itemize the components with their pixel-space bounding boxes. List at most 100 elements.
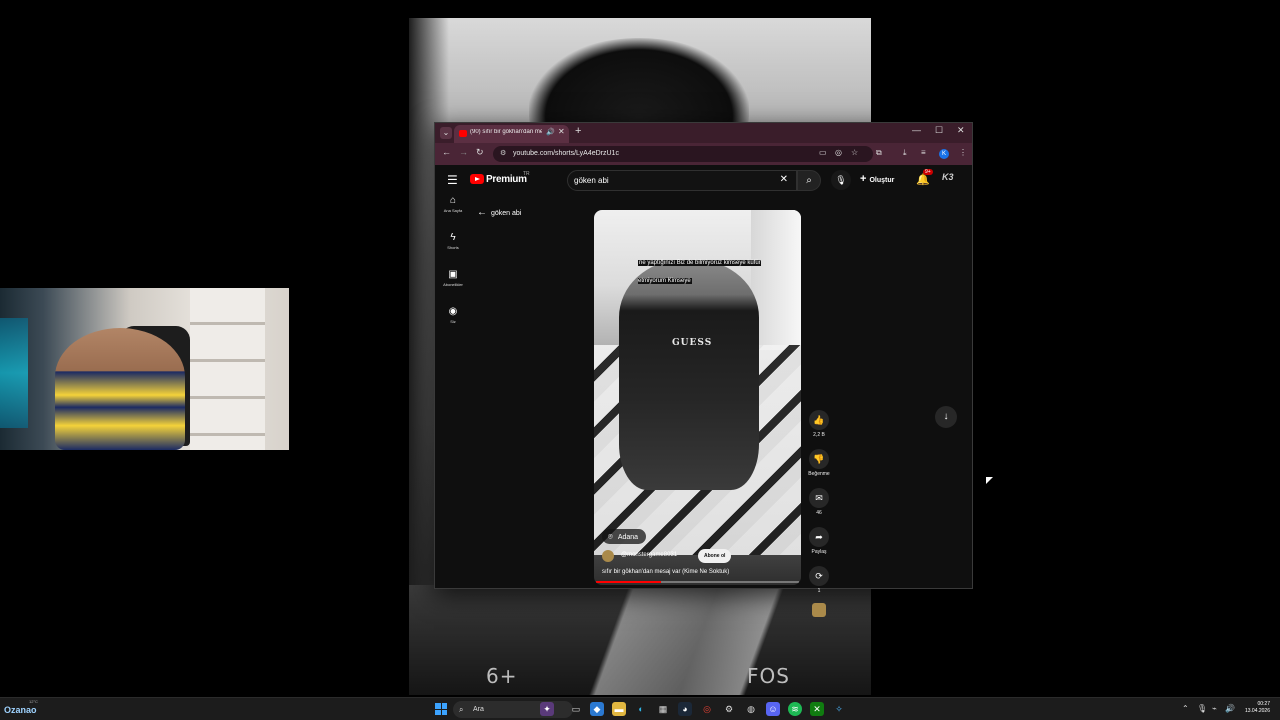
- weather-widget[interactable]: 12°C: [29, 699, 38, 704]
- search-input[interactable]: göken abi ✕: [567, 170, 797, 191]
- address-bar: ← → ↻ ⚙ youtube.com/shorts/LyA4eDrzU1c ▭…: [435, 143, 972, 165]
- channel-avatar[interactable]: [602, 550, 614, 562]
- xbox-icon[interactable]: ✕: [810, 702, 824, 716]
- back-icon[interactable]: ←: [442, 147, 451, 157]
- back-search-label: göken abi: [491, 210, 522, 217]
- like-action[interactable]: 👍 2,2 B: [807, 410, 831, 438]
- file-explorer-icon[interactable]: ▬: [612, 702, 626, 716]
- share-action[interactable]: ➦ Paylaş: [807, 527, 831, 555]
- dislike-icon[interactable]: 👎: [809, 449, 829, 469]
- create-label: Oluştur: [869, 177, 895, 184]
- forward-icon[interactable]: →: [459, 147, 468, 157]
- shorts-icon: ϟ: [450, 232, 456, 243]
- youtube-page: ☰ Premium TR göken abi ✕ ⌕ 🎙 + Oluştur 🔔 …: [435, 165, 972, 617]
- settings-gear-icon[interactable]: ⚙: [722, 702, 736, 716]
- shirt-text: GUESS: [672, 338, 713, 348]
- start-button[interactable]: [435, 703, 447, 715]
- guide-item-you[interactable]: ◉ Siz: [435, 306, 471, 324]
- remix-icon[interactable]: ⟳: [809, 566, 829, 586]
- tray-overflow-icon[interactable]: ⌃: [1182, 704, 1189, 713]
- microphone-icon[interactable]: 🎙: [1197, 704, 1207, 713]
- url-text: youtube.com/shorts/LyA4eDrzU1c: [513, 150, 619, 157]
- obs-icon[interactable]: ◍: [744, 702, 758, 716]
- arrow-down-icon: ↓: [943, 411, 949, 422]
- edge-icon[interactable]: ◐: [634, 702, 648, 716]
- channel-name[interactable]: @monstergame8031: [621, 552, 677, 558]
- minimize-button[interactable]: —: [912, 125, 921, 135]
- network-icon[interactable]: ⌁: [1212, 704, 1217, 713]
- taskbar-search-label: Ara: [473, 706, 484, 713]
- short-title[interactable]: sıfır bir gökhan'dan mesaj var (Kime Ne …: [602, 569, 729, 575]
- eye-off-icon[interactable]: ◎: [835, 148, 842, 157]
- new-tab-button[interactable]: +: [575, 125, 581, 137]
- subscribe-button[interactable]: Abone ol: [698, 549, 732, 563]
- url-field[interactable]: ⚙ youtube.com/shorts/LyA4eDrzU1c: [493, 146, 873, 162]
- taskbar-search[interactable]: ⌕ Ara: [453, 701, 573, 718]
- bookmark-star-icon[interactable]: ☆: [851, 148, 858, 157]
- wallpaper-text-left: 6+: [486, 664, 518, 688]
- progress-bar[interactable]: [596, 581, 799, 583]
- comment-action[interactable]: ✉ 46: [807, 488, 831, 516]
- tab-close-icon[interactable]: ✕: [558, 127, 565, 136]
- like-icon[interactable]: 👍: [809, 410, 829, 430]
- youtube-logo-icon[interactable]: [470, 174, 484, 184]
- guide-item-subscriptions[interactable]: ▣ Abonelikler: [435, 269, 471, 287]
- spotify-icon[interactable]: ≋: [788, 702, 802, 716]
- media-controls-icon[interactable]: ≡: [921, 148, 926, 157]
- volume-icon[interactable]: 🔊: [1225, 704, 1235, 713]
- extensions-icon[interactable]: ⧉: [876, 148, 882, 158]
- comment-count: 46: [816, 510, 822, 516]
- sound-thumbnail[interactable]: [807, 603, 831, 617]
- guide-label: Siz: [450, 319, 456, 324]
- guide-label: Ana Sayfa: [443, 208, 463, 213]
- menu-icon[interactable]: ☰: [447, 173, 458, 187]
- short-video-player[interactable]: GUESS ne yaptığınızı Biz de bilmiyoruz k…: [594, 210, 801, 585]
- site-info-icon[interactable]: ⚙: [500, 149, 506, 157]
- progress-fill: [596, 581, 661, 583]
- reload-icon[interactable]: ↻: [476, 147, 484, 158]
- guide-label: Abonelikler: [443, 282, 463, 287]
- profile-avatar[interactable]: K: [939, 149, 949, 159]
- browser-menu-icon[interactable]: ⋮: [959, 148, 967, 157]
- tab-bar: ⌄ (90) sıfır bir gökhan'dan mesaj 🔊 ✕ + …: [435, 123, 972, 143]
- cast-icon[interactable]: ▭: [819, 148, 827, 157]
- calculator-icon[interactable]: ▦: [656, 702, 670, 716]
- country-code: TR: [523, 171, 530, 177]
- store-icon[interactable]: ◆: [590, 702, 604, 716]
- discord-icon[interactable]: ☺: [766, 702, 780, 716]
- next-short-button[interactable]: ↓: [935, 406, 957, 428]
- location-chip[interactable]: ⌾ Adana: [602, 529, 647, 544]
- widget-icon[interactable]: ✦: [540, 702, 554, 716]
- taskbar-clock[interactable]: 00:27 13.04.2026: [1236, 701, 1270, 715]
- steam-icon[interactable]: ◕: [678, 702, 692, 716]
- remix-action[interactable]: ⟳ 1: [807, 566, 831, 594]
- youtube-header: ☰ Premium TR göken abi ✕ ⌕ 🎙 + Oluştur 🔔 …: [435, 165, 972, 195]
- close-window-button[interactable]: ✕: [957, 125, 965, 136]
- comment-icon[interactable]: ✉: [809, 488, 829, 508]
- youtube-premium-label[interactable]: Premium: [486, 174, 527, 185]
- account-avatar[interactable]: K3: [942, 172, 958, 186]
- tab-youtube[interactable]: (90) sıfır bir gökhan'dan mesaj 🔊 ✕: [454, 125, 569, 143]
- location-pin-icon: ⌾: [608, 532, 613, 541]
- guide-item-home[interactable]: ⌂ Ana Sayfa: [435, 195, 471, 213]
- chrome-icon[interactable]: ◎: [700, 702, 714, 716]
- dislike-action[interactable]: 👎 Beğenme: [807, 449, 831, 477]
- back-to-search-button[interactable]: ← göken abi: [477, 207, 521, 218]
- maximize-button[interactable]: ☐: [935, 125, 943, 136]
- tab-search-button[interactable]: ⌄: [440, 127, 452, 139]
- task-view-icon[interactable]: ▭: [569, 702, 583, 716]
- search-button[interactable]: ⌕: [797, 170, 821, 191]
- notifications-badge: 9+: [923, 169, 933, 175]
- remix-count: 1: [817, 588, 821, 594]
- guide-item-shorts[interactable]: ϟ Shorts: [435, 232, 471, 250]
- create-button[interactable]: + Oluştur: [860, 173, 894, 185]
- download-icon[interactable]: ⤓: [903, 148, 907, 158]
- clock-date: 13.04.2026: [1244, 708, 1270, 714]
- clear-search-icon[interactable]: ✕: [780, 174, 788, 185]
- voice-search-icon[interactable]: 🎙: [831, 170, 851, 190]
- speaker-icon[interactable]: 🔊: [546, 128, 555, 136]
- browser-window: ⌄ (90) sıfır bir gökhan'dan mesaj 🔊 ✕ + …: [434, 122, 973, 617]
- share-icon[interactable]: ➦: [809, 527, 829, 547]
- app-icon[interactable]: ✧: [832, 702, 846, 716]
- streamer-tag: Ozanao: [4, 705, 37, 715]
